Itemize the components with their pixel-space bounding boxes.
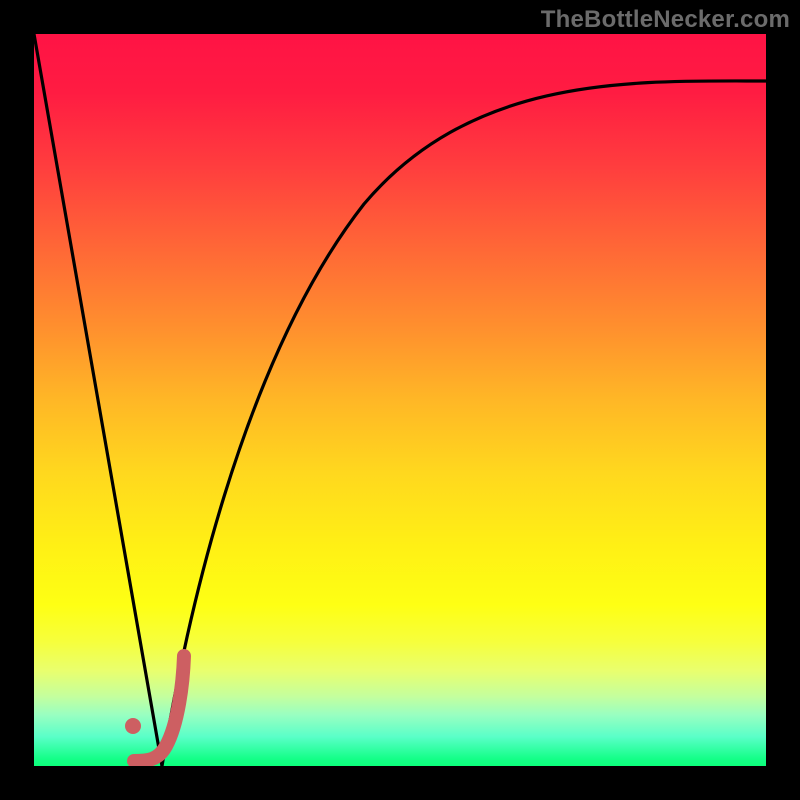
watermark-text: TheBottleNecker.com (541, 6, 790, 34)
chart-frame: TheBottleNecker.com (0, 0, 800, 800)
bottleneck-curve-right (162, 81, 766, 766)
j-marker-dot (125, 718, 141, 734)
bottleneck-curve-left (34, 34, 162, 766)
curve-layer (34, 34, 766, 766)
plot-area (34, 34, 766, 766)
j-marker-tail (134, 656, 184, 761)
